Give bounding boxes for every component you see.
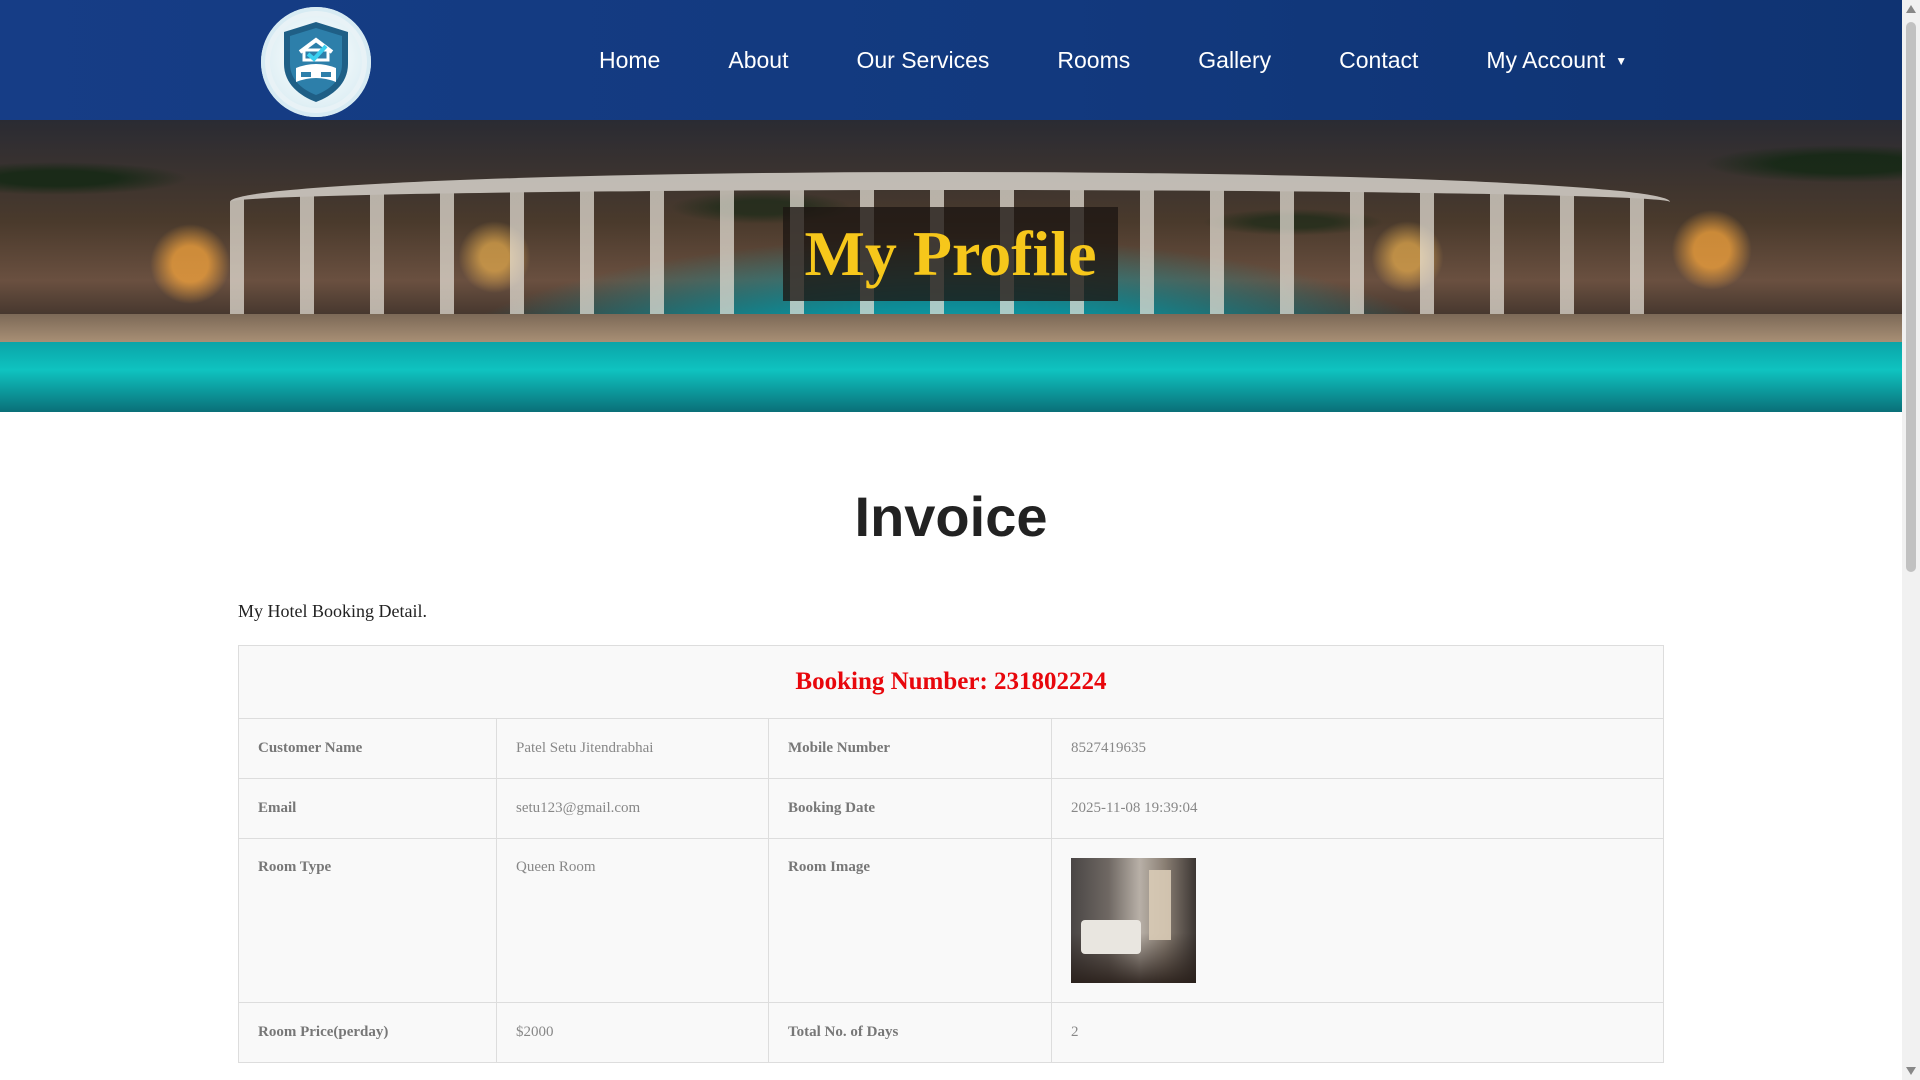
nav-gallery[interactable]: Gallery: [1164, 47, 1305, 74]
nav-rooms[interactable]: Rooms: [1023, 47, 1164, 74]
booking-table: Booking Number: 231802224 Customer Name …: [238, 645, 1664, 1063]
room-image-cell: [1051, 838, 1664, 1003]
nav-home[interactable]: Home: [565, 47, 694, 74]
table-row: Room Type Queen Room Room Image: [238, 838, 1664, 1003]
customer-name-value: Patel Setu Jitendrabhai: [496, 718, 769, 779]
table-row: Customer Name Patel Setu Jitendrabhai Mo…: [238, 718, 1664, 779]
nav-my-account[interactable]: My Account ▼: [1452, 47, 1661, 74]
nav-my-account-label: My Account: [1486, 46, 1606, 73]
customer-name-label: Customer Name: [238, 718, 497, 779]
booking-date-value: 2025-11-08 19:39:04: [1051, 778, 1664, 839]
scroll-thumb[interactable]: [1906, 22, 1916, 572]
navbar: Home About Our Services Rooms Gallery Co…: [0, 0, 1902, 120]
page-scrollbar[interactable]: [1902, 0, 1920, 1080]
main-nav: Home About Our Services Rooms Gallery Co…: [565, 0, 1661, 120]
booking-date-label: Booking Date: [768, 778, 1052, 839]
room-type-value: Queen Room: [496, 838, 769, 1003]
hotel-logo[interactable]: [261, 7, 371, 117]
nav-contact[interactable]: Contact: [1305, 47, 1452, 74]
room-type-label: Room Type: [238, 838, 497, 1003]
room-image: [1071, 858, 1196, 983]
nav-about[interactable]: About: [694, 47, 822, 74]
invoice-subtitle: My Hotel Booking Detail.: [238, 601, 427, 621]
nav-about-label: About: [728, 46, 789, 73]
table-row: Email setu123@gmail.com Booking Date 202…: [238, 778, 1664, 839]
total-days-value: 2: [1051, 1002, 1664, 1063]
booking-number-row: Booking Number: 231802224: [238, 645, 1664, 719]
nav-gallery-label: Gallery: [1198, 46, 1272, 73]
nav-rooms-label: Rooms: [1057, 46, 1131, 73]
hero-title-box: My Profile: [783, 207, 1118, 301]
scroll-down-icon[interactable]: [1906, 1067, 1916, 1075]
scroll-up-icon[interactable]: [1906, 5, 1916, 13]
room-image-label: Room Image: [768, 838, 1052, 1003]
email-label: Email: [238, 778, 497, 839]
hotel-logo-icon: [284, 22, 348, 102]
room-price-label: Room Price(perday): [238, 1002, 497, 1063]
hero-pool: [0, 342, 1902, 412]
nav-home-label: Home: [599, 46, 661, 73]
booking-number: Booking Number: 231802224: [238, 645, 1664, 719]
email-value: setu123@gmail.com: [496, 778, 769, 839]
mobile-number-value: 8527419635: [1051, 718, 1664, 779]
total-days-label: Total No. of Days: [768, 1002, 1052, 1063]
nav-our-services-label: Our Services: [856, 46, 990, 73]
nav-contact-label: Contact: [1339, 46, 1419, 73]
mobile-number-label: Mobile Number: [768, 718, 1052, 779]
hero-title: My Profile: [804, 218, 1097, 289]
nav-our-services[interactable]: Our Services: [822, 47, 1023, 74]
table-row: Room Price(perday) $2000 Total No. of Da…: [238, 1002, 1664, 1063]
hero-deck: [0, 314, 1902, 342]
invoice-title: Invoice: [854, 485, 1048, 548]
caret-down-icon: ▼: [1615, 54, 1628, 68]
room-price-value: $2000: [496, 1002, 769, 1063]
